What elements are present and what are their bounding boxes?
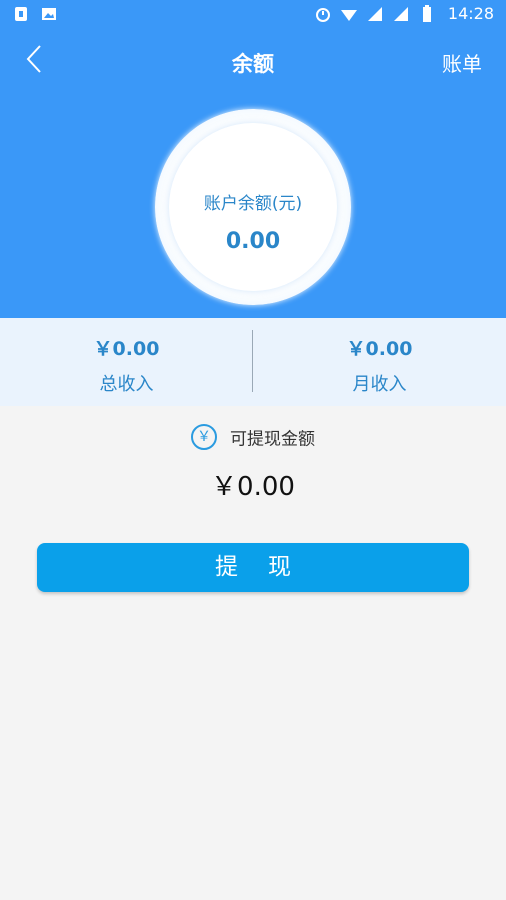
balance-value: 0.00: [225, 229, 281, 254]
phone-notification-icon: [12, 5, 30, 23]
monthly-income-value: ￥0.00: [346, 338, 413, 360]
yen-icon: ￥: [190, 424, 217, 450]
battery-icon: [418, 4, 436, 23]
navigation-bar: 余额 账单: [0, 34, 506, 86]
signal-icon: [366, 5, 384, 23]
monthly-income: ￥0.00 月收入: [253, 318, 506, 406]
balance-circle-inner: 账户余额(元) 0.00: [169, 123, 337, 291]
wifi-icon: [340, 5, 358, 23]
income-stats: ￥0.00 总收入 ￥0.00 月收入: [0, 318, 506, 406]
total-income: ￥0.00 总收入: [0, 318, 253, 406]
total-income-value: ￥0.00: [93, 338, 160, 360]
monthly-income-label: 月收入: [352, 374, 407, 395]
total-income-label: 总收入: [99, 374, 154, 395]
alarm-icon: [314, 5, 332, 23]
signal-icon: [392, 5, 410, 23]
balance-label: 账户余额(元): [203, 194, 303, 214]
page-title: 余额: [232, 52, 274, 76]
withdrawable-header: ￥ 可提现金额: [0, 424, 506, 454]
withdrawable-label: 可提现金额: [230, 429, 316, 450]
withdraw-button[interactable]: 提现: [37, 543, 469, 592]
bill-link[interactable]: 账单: [442, 48, 482, 77]
image-notification-icon: [40, 5, 58, 23]
withdrawable-value: ￥0.00: [211, 472, 295, 502]
balance-circle: 账户余额(元) 0.00: [155, 109, 351, 305]
status-bar: 14:28: [0, 0, 506, 30]
status-time: 14:28: [447, 4, 494, 23]
